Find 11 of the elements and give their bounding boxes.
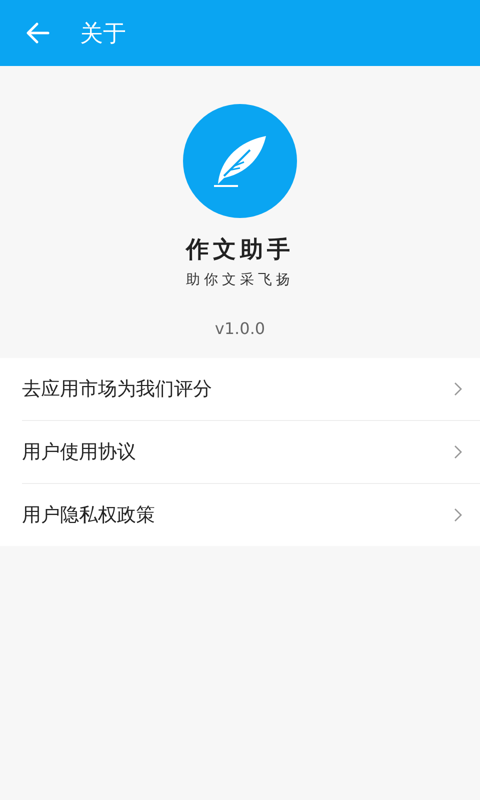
version-text: v1.0.0 [214,319,266,338]
menu-item[interactable]: 用户隐私权政策 [22,484,480,546]
chevron-icon [454,382,462,396]
menu-item[interactable]: 去应用市场为我们评分 [22,358,480,421]
chevron-icon [454,445,462,459]
menu-item[interactable]: 用户使用协议 [22,421,480,484]
back-arrow-icon [26,22,50,44]
page-title: 关于 [80,20,126,48]
app-name: 作文助手 [186,236,294,265]
app-slogan: 助你文采飞扬 [186,271,294,289]
chevron-icon [454,508,462,522]
